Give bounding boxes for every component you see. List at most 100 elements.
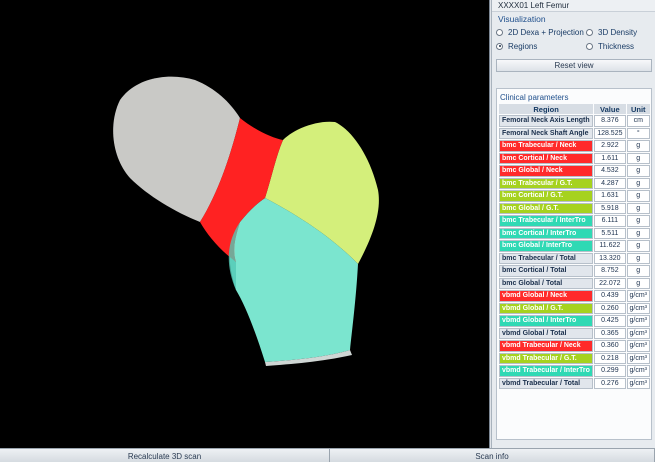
table-body: Femoral Neck Axis Length 8.376 cm Femoral N… xyxy=(499,115,650,389)
unit-cell: g/cm³ xyxy=(626,302,650,314)
value-cell: 0.365 xyxy=(594,327,626,339)
unit-cell: g xyxy=(626,215,650,227)
unit-cell: g xyxy=(626,202,650,214)
femur-model xyxy=(113,76,379,366)
value-cell: 2.922 xyxy=(594,140,626,152)
unit-cell: g xyxy=(626,190,650,202)
unit-cell: cm xyxy=(626,115,650,127)
clinical-parameters-heading: Clinical parameters xyxy=(500,93,569,102)
bottom-toolbar: Recalculate 3D scan Scan info xyxy=(0,448,655,462)
visualization-row-1: 2D Dexa + Projection 3D Density xyxy=(492,25,655,39)
region-cell: bmc Trabecular / G.T. xyxy=(499,177,594,189)
clinical-parameters-panel: Clinical parameters Region Value Unit Fe… xyxy=(496,88,652,440)
unit-cell: g/cm³ xyxy=(626,377,650,389)
visualization-row-2: Regions Thickness xyxy=(492,39,655,53)
region-cell: vbmd Global / Neck xyxy=(499,290,594,302)
region-cell: bmc Global / Neck xyxy=(499,165,594,177)
scan-info-button[interactable]: Scan info xyxy=(330,449,655,462)
value-cell: 1.631 xyxy=(594,190,626,202)
unit-cell: g xyxy=(626,140,650,152)
table-row: bmc Trabecular / Neck 2.922 g xyxy=(499,140,650,152)
unit-cell: g xyxy=(626,177,650,189)
table-row: Femoral Neck Shaft Angle 128.525 ° xyxy=(499,127,650,139)
unit-cell: g/cm³ xyxy=(626,352,650,364)
radio-3d-density-dot[interactable] xyxy=(586,28,593,36)
region-cell: bmc Cortical / Neck xyxy=(499,152,594,164)
table-row: vbmd Trabecular / G.T. 0.218 g/cm³ xyxy=(499,352,650,364)
region-cell: bmc Global / Total xyxy=(499,277,594,289)
radio-thickness[interactable]: Thickness xyxy=(586,42,634,51)
region-cell: vbmd Global / InterTro xyxy=(499,315,594,327)
value-cell: 128.525 xyxy=(594,127,626,139)
unit-cell: g xyxy=(626,227,650,239)
table-row: bmc Cortical / Total 8.752 g xyxy=(499,265,650,277)
region-cell: Femoral Neck Shaft Angle xyxy=(499,127,594,139)
region-cell: vbmd Global / G.T. xyxy=(499,302,594,314)
table-row: vbmd Global / Total 0.365 g/cm³ xyxy=(499,327,650,339)
region-cell: bmc Trabecular / Total xyxy=(499,252,594,264)
region-cell: bmc Trabecular / InterTro xyxy=(499,215,594,227)
value-cell: 1.611 xyxy=(594,152,626,164)
region-cell: bmc Cortical / InterTro xyxy=(499,227,594,239)
radio-3d-density[interactable]: 3D Density xyxy=(586,28,637,37)
value-cell: 5.511 xyxy=(594,227,626,239)
column-header-unit: Unit xyxy=(626,104,650,114)
unit-cell: g/cm³ xyxy=(626,290,650,302)
value-cell: 0.439 xyxy=(594,290,626,302)
recalculate-3d-scan-button[interactable]: Recalculate 3D scan xyxy=(0,449,330,462)
region-cell: bmc Global / G.T. xyxy=(499,202,594,214)
value-cell: 0.299 xyxy=(594,365,626,377)
unit-cell: g xyxy=(626,240,650,252)
table-row: bmc Cortical / Neck 1.611 g xyxy=(499,152,650,164)
unit-cell: g xyxy=(626,165,650,177)
value-cell: 13.320 xyxy=(594,252,626,264)
value-cell: 8.376 xyxy=(594,115,626,127)
application-window: XXXX01 Left Femur Visualization 2D Dexa … xyxy=(0,0,655,462)
unit-cell: g xyxy=(626,277,650,289)
radio-regions-dot[interactable] xyxy=(496,42,503,50)
radio-2d-dexa-label: 2D Dexa + Projection xyxy=(508,27,584,37)
radio-regions-label: Regions xyxy=(508,41,538,51)
radio-2d-dexa[interactable]: 2D Dexa + Projection xyxy=(496,28,586,37)
table-row: vbmd Global / InterTro 0.425 g/cm³ xyxy=(499,315,650,327)
value-cell: 0.218 xyxy=(594,352,626,364)
region-cell: bmc Trabecular / Neck xyxy=(499,140,594,152)
value-cell: 4.532 xyxy=(594,165,626,177)
radio-2d-dexa-dot[interactable] xyxy=(496,28,503,36)
value-cell: 0.360 xyxy=(594,340,626,352)
region-cell: bmc Cortical / Total xyxy=(499,265,594,277)
value-cell: 0.276 xyxy=(594,377,626,389)
region-cell: vbmd Trabecular / G.T. xyxy=(499,352,594,364)
table-row: bmc Global / InterTro 11.622 g xyxy=(499,240,650,252)
region-cell: vbmd Trabecular / Neck xyxy=(499,340,594,352)
window-title: XXXX01 Left Femur xyxy=(492,0,655,12)
table-row: bmc Trabecular / InterTro 6.111 g xyxy=(499,215,650,227)
region-cell: bmc Cortical / G.T. xyxy=(499,190,594,202)
value-cell: 6.111 xyxy=(594,215,626,227)
unit-cell: g/cm³ xyxy=(626,365,650,377)
column-header-value: Value xyxy=(594,104,626,114)
unit-cell: g xyxy=(626,252,650,264)
unit-cell: g xyxy=(626,265,650,277)
radio-regions[interactable]: Regions xyxy=(496,42,586,51)
radio-thickness-dot[interactable] xyxy=(586,42,593,50)
table-header-row: Region Value Unit xyxy=(499,104,650,114)
visualization-heading: Visualization xyxy=(498,14,546,24)
region-cell: vbmd Trabecular / InterTro xyxy=(499,365,594,377)
table-row: Femoral Neck Axis Length 8.376 cm xyxy=(499,115,650,127)
unit-cell: g xyxy=(626,152,650,164)
radio-3d-density-label: 3D Density xyxy=(598,27,638,37)
3d-viewport[interactable] xyxy=(0,0,490,448)
unit-cell: g/cm³ xyxy=(626,340,650,352)
value-cell: 0.260 xyxy=(594,302,626,314)
reset-view-button[interactable]: Reset view xyxy=(496,59,652,72)
value-cell: 0.425 xyxy=(594,315,626,327)
control-panel: XXXX01 Left Femur Visualization 2D Dexa … xyxy=(491,0,655,448)
value-cell: 4.287 xyxy=(594,177,626,189)
column-header-region: Region xyxy=(499,104,594,114)
region-cell: vbmd Global / Total xyxy=(499,327,594,339)
value-cell: 22.072 xyxy=(594,277,626,289)
table-row: vbmd Trabecular / InterTro 0.299 g/cm³ xyxy=(499,365,650,377)
unit-cell: g/cm³ xyxy=(626,327,650,339)
table-row: bmc Cortical / G.T. 1.631 g xyxy=(499,190,650,202)
